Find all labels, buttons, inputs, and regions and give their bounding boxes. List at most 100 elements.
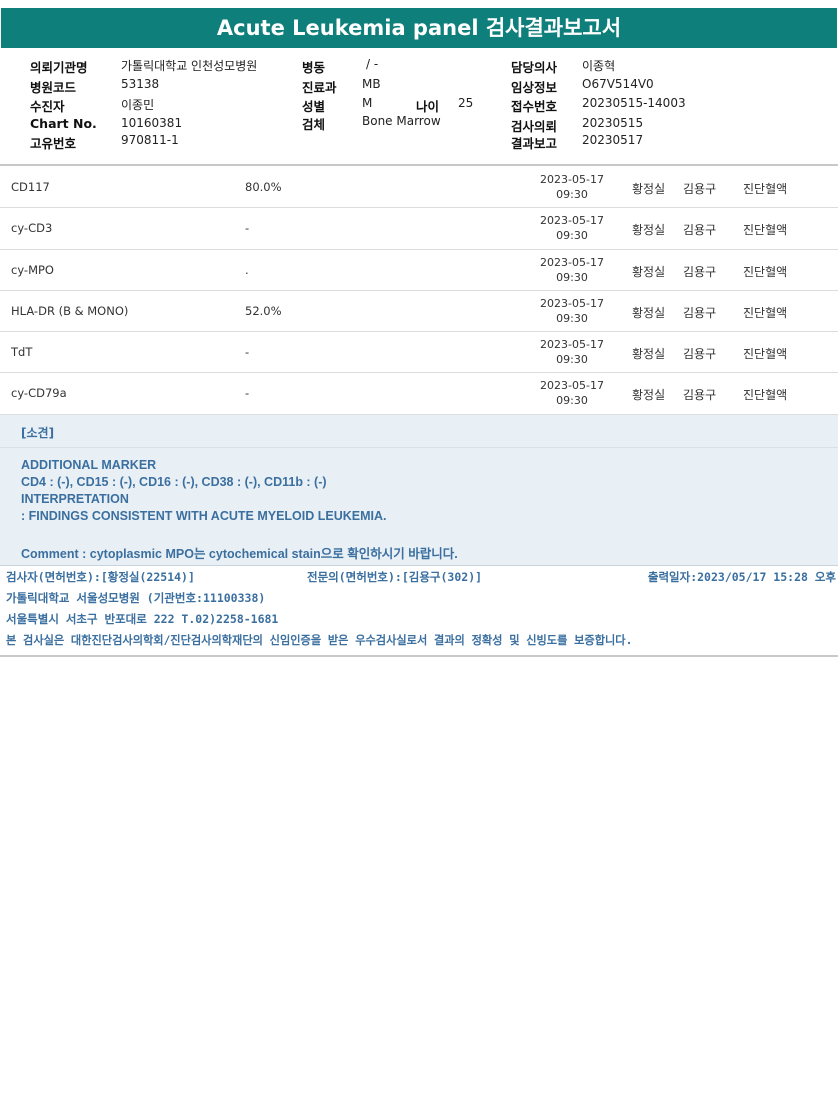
patient-label: 수진자 xyxy=(30,99,65,114)
footer-specialist: 전문의(면허번호):[김용구(302)] xyxy=(307,570,483,584)
test-result: 80.0% xyxy=(245,180,282,194)
footer-printed: 출력일자:2023/05/17 15:28 오후 xyxy=(647,570,836,584)
patient-value: 이종민 xyxy=(121,98,155,112)
clinical-label: 임상정보 xyxy=(511,80,558,95)
table-row[interactable]: TdT - 2023-05-17 09:30 황정실 김용구 진단혈액 xyxy=(0,332,838,374)
sex-value: M xyxy=(362,96,373,110)
remarks-line: CD4 : (-), CD15 : (-), CD16 : (-), CD38 … xyxy=(21,475,327,489)
test-date: 2023-05-17 xyxy=(540,296,604,310)
dept-name: 진단혈액 xyxy=(743,347,788,362)
footer-lab: 가톨릭대학교 서울성모병원 (기관번호:11100338) xyxy=(6,591,266,605)
test-time: 09:30 xyxy=(556,353,588,367)
dept-value: MB xyxy=(362,77,381,91)
test-name: cy-CD79a xyxy=(11,386,67,401)
table-row[interactable]: CD117 80.0% 2023-05-17 09:30 황정실 김용구 진단혈액 xyxy=(0,167,838,209)
doctor-name: 김용구 xyxy=(683,264,717,279)
remarks-line: ADDITIONAL MARKER xyxy=(21,458,157,472)
test-result: - xyxy=(245,386,250,401)
test-date: 2023-05-17 xyxy=(540,173,604,186)
report-title: Acute Leukemia panel 검사결과보고서 xyxy=(1,8,837,48)
tester-name: 황정실 xyxy=(632,388,666,403)
results-table: CD117 80.0% 2023-05-17 09:30 황정실 김용구 진단혈액… xyxy=(0,167,838,415)
test-result: 52.0% xyxy=(245,303,282,318)
doctor-name: 김용구 xyxy=(683,347,717,362)
hospital-value: 가톨릭대학교 인천성모병원 xyxy=(121,59,258,73)
remarks-body: ADDITIONAL MARKER CD4 : (-), CD15 : (-),… xyxy=(0,448,838,566)
specimen-label: 검체 xyxy=(302,117,326,132)
report-label: 결과보고 xyxy=(511,136,558,151)
dept-name: 진단혈액 xyxy=(743,388,788,403)
test-result: - xyxy=(245,221,250,236)
test-datetime: 2023-05-17 09:30 xyxy=(528,255,616,285)
receipt-value: 20230515-14003 xyxy=(582,96,686,110)
test-time: 09:30 xyxy=(556,229,588,243)
test-name: CD117 xyxy=(11,180,50,194)
test-result: . xyxy=(245,262,249,277)
remarks-line: : FINDINGS CONSISTENT WITH ACUTE MYELOID… xyxy=(21,509,387,523)
table-row[interactable]: cy-MPO . 2023-05-17 09:30 황정실 김용구 진단혈액 xyxy=(0,250,838,291)
remarks-line: INTERPRETATION xyxy=(21,492,129,506)
hospital-label: 의뢰기관명 xyxy=(30,60,88,75)
divider xyxy=(0,164,838,166)
clinical-value: O67V514V0 xyxy=(582,77,654,91)
tester-name: 황정실 xyxy=(632,347,666,362)
chart-value: 10160381 xyxy=(121,116,183,130)
age-value: 25 xyxy=(458,96,474,110)
unique-value: 970811-1 xyxy=(121,133,179,147)
dept-name: 진단혈액 xyxy=(743,182,788,196)
test-date: 2023-05-17 xyxy=(540,255,604,269)
test-name: cy-CD3 xyxy=(11,221,53,236)
remarks-title: [소견] xyxy=(21,426,55,440)
divider xyxy=(0,655,838,657)
test-datetime: 2023-05-17 09:30 xyxy=(528,296,616,326)
remarks-header: [소견] xyxy=(0,415,838,448)
test-datetime: 2023-05-17 09:30 xyxy=(528,213,616,243)
test-datetime: 2023-05-17 09:30 xyxy=(528,378,616,408)
dept-label: 진료과 xyxy=(302,80,337,95)
test-name: TdT xyxy=(11,345,33,360)
specimen-value: Bone Marrow xyxy=(362,114,441,128)
test-time: 09:30 xyxy=(556,188,588,201)
remarks-comment: Comment : cytoplasmic MPO는 cytochemical … xyxy=(21,547,458,561)
tester-name: 황정실 xyxy=(632,223,666,238)
tester-name: 황정실 xyxy=(632,264,666,279)
table-row[interactable]: cy-CD3 - 2023-05-17 09:30 황정실 김용구 진단혈액 xyxy=(0,208,838,250)
test-datetime: 2023-05-17 09:30 xyxy=(528,337,616,367)
receipt-label: 접수번호 xyxy=(511,99,558,114)
dept-name: 진단혈액 xyxy=(743,264,788,279)
test-result: - xyxy=(245,345,250,360)
test-date: 2023-05-17 xyxy=(540,379,604,393)
age-label: 나이 xyxy=(416,99,440,114)
ward-value: / - xyxy=(366,57,379,71)
unique-label: 고유번호 xyxy=(30,136,77,151)
tester-name: 황정실 xyxy=(632,182,666,196)
chart-label: Chart No. xyxy=(30,116,97,131)
test-time: 09:30 xyxy=(556,270,588,284)
request-value: 20230515 xyxy=(582,116,644,130)
report-footer: 검사자(면허번호):[황정실(22514)] 전문의(면허번호):[김용구(30… xyxy=(0,566,838,656)
doctor-value: 이종혁 xyxy=(582,59,616,73)
patient-info: 의뢰기관명 가톨릭대학교 인천성모병원 병원코드 53138 수진자 이종민 C… xyxy=(0,55,838,155)
code-value: 53138 xyxy=(121,77,160,91)
doctor-name: 김용구 xyxy=(683,182,717,196)
doctor-name: 김용구 xyxy=(683,388,717,403)
test-date: 2023-05-17 xyxy=(540,214,604,228)
doctor-name: 김용구 xyxy=(683,223,717,238)
report-value: 20230517 xyxy=(582,133,644,147)
table-row[interactable]: cy-CD79a - 2023-05-17 09:30 황정실 김용구 진단혈액 xyxy=(0,373,838,415)
test-date: 2023-05-17 xyxy=(540,338,604,352)
test-name: HLA-DR (B & MONO) xyxy=(11,303,129,318)
table-row[interactable]: HLA-DR (B & MONO) 52.0% 2023-05-17 09:30 … xyxy=(0,291,838,333)
test-time: 09:30 xyxy=(556,311,588,325)
footer-cert: 본 검사실은 대한진단검사의학회/진단검사의학재단의 신임인증을 받은 우수검사… xyxy=(6,634,633,647)
dept-name: 진단혈액 xyxy=(743,305,788,320)
doctor-name: 김용구 xyxy=(683,305,717,320)
test-name: cy-MPO xyxy=(11,262,54,277)
test-time: 09:30 xyxy=(556,394,588,408)
footer-tester: 검사자(면허번호):[황정실(22514)] xyxy=(6,570,195,584)
dept-name: 진단혈액 xyxy=(743,223,788,238)
sex-label: 성별 xyxy=(302,99,326,114)
test-datetime: 2023-05-17 09:30 xyxy=(528,172,616,202)
tester-name: 황정실 xyxy=(632,305,666,320)
ward-label: 병동 xyxy=(302,60,326,75)
